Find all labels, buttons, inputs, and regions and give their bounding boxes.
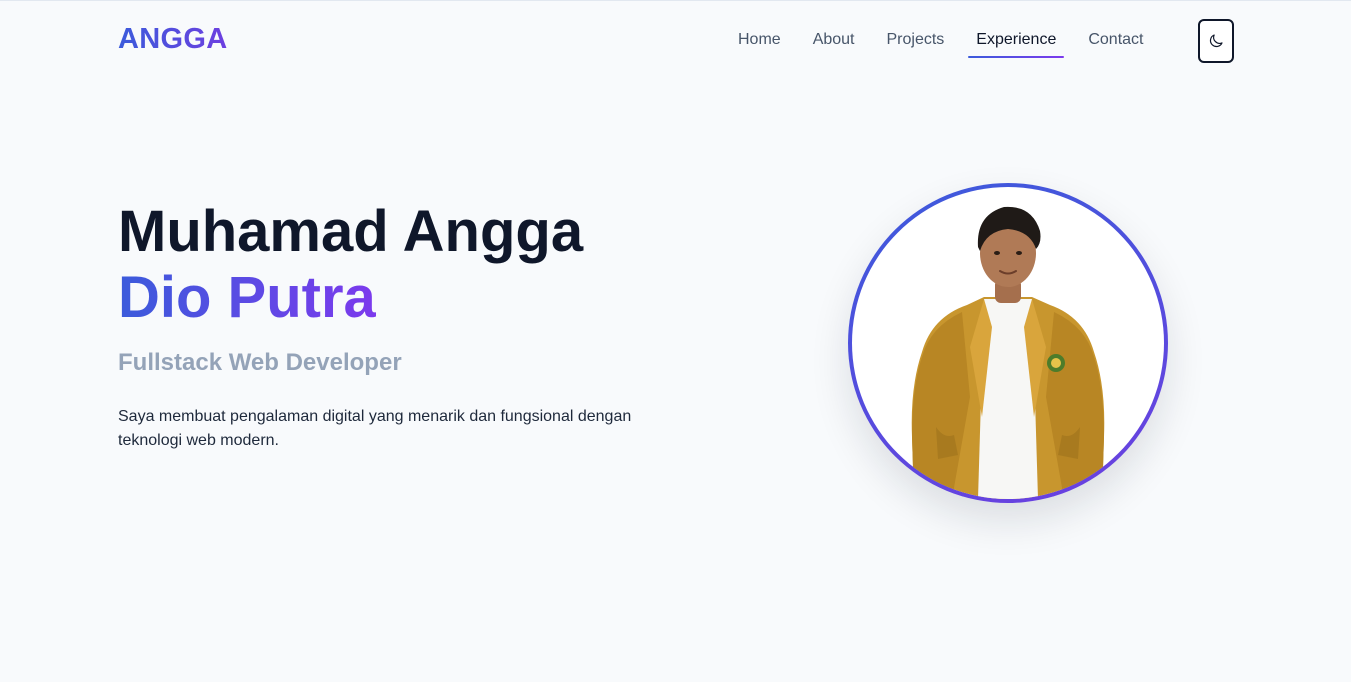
hero-name-line1: Muhamad Angga	[118, 199, 584, 264]
hero-text: Muhamad Angga Dio Putra Fullstack Web De…	[118, 199, 718, 453]
nav-links: Home About Projects Experience Contact	[730, 29, 1167, 58]
nav-item-projects[interactable]: Projects	[879, 29, 953, 57]
nav-item-home[interactable]: Home	[730, 29, 789, 57]
hero-name-line2: Dio Putra	[118, 265, 376, 330]
profile-photo	[852, 187, 1164, 499]
hero-name: Muhamad Angga Dio Putra	[118, 199, 718, 331]
page: ANGGA Home About Projects Experience Con…	[0, 0, 1351, 682]
theme-toggle-button[interactable]	[1198, 19, 1234, 63]
hero-role: Fullstack Web Developer	[118, 349, 402, 376]
site-logo[interactable]: ANGGA	[118, 23, 227, 56]
person-illustration	[911, 206, 1105, 499]
nav-item-experience[interactable]: Experience	[968, 29, 1065, 58]
moon-icon	[1209, 34, 1223, 48]
nav-item-contact[interactable]: Contact	[1080, 29, 1151, 57]
hero-description: Saya membuat pengalaman digital yang men…	[118, 408, 632, 449]
navbar: ANGGA Home About Projects Experience Con…	[0, 1, 1351, 81]
profile-photo-frame	[848, 183, 1168, 503]
nav-item-about[interactable]: About	[805, 29, 863, 57]
